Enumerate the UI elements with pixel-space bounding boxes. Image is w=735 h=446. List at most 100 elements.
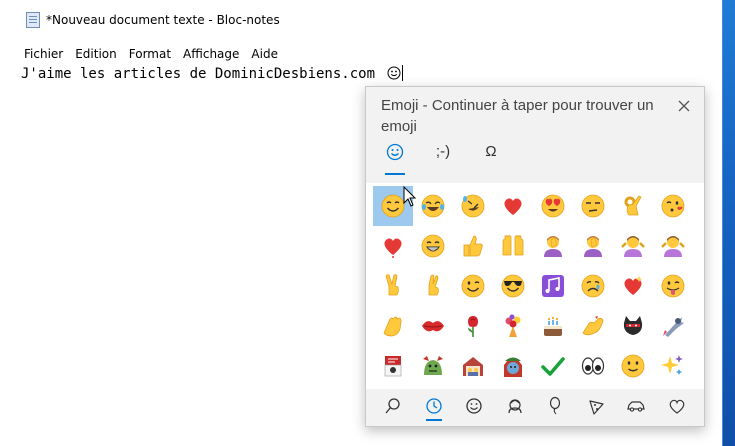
red-heart-emoji-button[interactable] — [493, 186, 533, 226]
person-facepalming-emoji-button[interactable] — [533, 226, 573, 266]
menu-aide[interactable]: Aide — [245, 47, 284, 61]
window-title: *Nouveau document texte - Bloc-notes — [46, 13, 280, 27]
category-balloon-button[interactable] — [535, 389, 575, 423]
pizza-icon — [589, 400, 604, 415]
slightly-smiling-face-icon — [621, 354, 645, 378]
family-emoji-button[interactable] — [453, 346, 493, 386]
unamused-face-emoji-button[interactable] — [573, 186, 613, 226]
musical-notes-emoji-button[interactable] — [533, 266, 573, 306]
rose-icon — [468, 316, 478, 337]
winking-face-icon — [461, 274, 485, 298]
raising-hands-emoji-button[interactable] — [493, 226, 533, 266]
smiley-icon — [466, 398, 482, 414]
kiss-mark-icon — [422, 321, 444, 332]
menu-bar: Fichier Edition Format Affichage Aide — [0, 44, 284, 64]
fist-bump-icon — [582, 316, 604, 336]
birthday-cake-emoji-button[interactable] — [533, 306, 573, 346]
category-people-button[interactable] — [495, 389, 535, 423]
sparkling-heart-icon — [624, 276, 642, 295]
astronaut-emoji-button[interactable] — [653, 306, 693, 346]
thumbs-up-emoji-button[interactable] — [453, 226, 493, 266]
ok-hand-emoji-button[interactable] — [613, 186, 653, 226]
eyes-emoji-button[interactable] — [573, 346, 613, 386]
category-smiley-button[interactable] — [454, 389, 494, 423]
car-icon — [627, 401, 646, 412]
face-with-tears-of-joy-emoji-button[interactable] — [413, 186, 453, 226]
tab-symbols[interactable]: Ω — [477, 143, 505, 169]
troll-icon — [423, 356, 443, 375]
beaming-face-icon — [421, 234, 445, 258]
cat-with-hat-emoji-button[interactable] — [493, 346, 533, 386]
rose-emoji-button[interactable] — [453, 306, 493, 346]
sparkling-heart-emoji-button[interactable] — [613, 266, 653, 306]
eyes-icon — [581, 357, 605, 375]
mouse-cursor-icon — [403, 186, 417, 207]
unamused-face-icon — [581, 194, 605, 218]
thumbs-up-icon — [463, 235, 483, 257]
cat-with-hat-icon — [504, 357, 522, 377]
bouquet-emoji-button[interactable] — [493, 306, 533, 346]
smiling-face-with-sunglasses-emoji-button[interactable] — [493, 266, 533, 306]
rolling-on-floor-laughing-emoji-button[interactable] — [453, 186, 493, 226]
person-lifting-icon — [384, 356, 402, 377]
notepad-app-icon — [26, 12, 40, 28]
menu-affichage[interactable]: Affichage — [177, 47, 245, 61]
winking-face-emoji-button[interactable] — [453, 266, 493, 306]
crying-face-emoji-button[interactable] — [573, 266, 613, 306]
emoji-panel-title: Emoji - Continuer à taper pour trouver u… — [381, 97, 654, 135]
beaming-face-emoji-button[interactable] — [413, 226, 453, 266]
face-blowing-kiss-emoji-button[interactable] — [653, 186, 693, 226]
tab-emoji[interactable] — [381, 143, 409, 175]
person-shrugging-emoji-button[interactable] — [613, 226, 653, 266]
heart-icon — [669, 399, 685, 414]
heart-eyes-emoji-button[interactable] — [533, 186, 573, 226]
check-mark-emoji-button[interactable] — [533, 346, 573, 386]
people-icon — [508, 399, 522, 414]
slightly-smiling-face-emoji-button[interactable] — [613, 346, 653, 386]
person-shrugging-emoji-button[interactable] — [653, 226, 693, 266]
category-recent-button[interactable] — [414, 389, 454, 423]
sparkles-emoji-button[interactable] — [653, 346, 693, 386]
category-car-button[interactable] — [616, 389, 656, 423]
heart-eyes-icon — [541, 194, 565, 218]
crossed-fingers-emoji-button[interactable] — [413, 266, 453, 306]
clapping-hands-emoji-button[interactable] — [373, 306, 413, 346]
category-tabs: ;-) Ω — [381, 143, 505, 175]
face-with-tongue-emoji-button[interactable] — [653, 266, 693, 306]
category-search-button[interactable] — [373, 389, 413, 423]
raising-hands-icon — [502, 235, 524, 256]
smiley-icon — [386, 143, 404, 161]
victory-hand-icon — [385, 274, 399, 296]
category-heart-button[interactable] — [657, 389, 697, 423]
desktop-background — [722, 0, 735, 446]
person-lifting-emoji-button[interactable] — [373, 346, 413, 386]
text-caret — [402, 65, 404, 81]
category-bar — [373, 389, 697, 423]
smiling-face-with-sunglasses-icon — [501, 274, 525, 298]
menu-format[interactable]: Format — [123, 47, 177, 61]
ninja-cat-emoji-button[interactable] — [613, 306, 653, 346]
rolling-on-floor-laughing-icon — [461, 194, 485, 218]
fist-bump-emoji-button[interactable] — [573, 306, 613, 346]
category-pizza-button[interactable] — [576, 389, 616, 423]
astronaut-icon — [663, 317, 684, 337]
heart-exclamation-emoji-button[interactable] — [373, 226, 413, 266]
kiss-mark-emoji-button[interactable] — [413, 306, 453, 346]
troll-emoji-button[interactable] — [413, 346, 453, 386]
ninja-cat-icon — [623, 316, 643, 335]
red-heart-icon — [504, 198, 522, 215]
menu-fichier[interactable]: Fichier — [18, 47, 69, 61]
person-facepalming-emoji-button[interactable] — [573, 226, 613, 266]
menu-edition[interactable]: Edition — [69, 47, 123, 61]
close-icon[interactable] — [678, 97, 690, 112]
emoji-grid — [373, 186, 693, 386]
sparkles-icon — [661, 355, 683, 375]
heart-exclamation-icon — [384, 238, 402, 258]
emoji-grid-area — [366, 183, 704, 389]
inline-smiley-icon — [387, 65, 401, 87]
face-with-tears-of-joy-icon — [421, 194, 445, 218]
tab-kaomoji[interactable]: ;-) — [429, 143, 457, 169]
search-icon — [385, 398, 400, 414]
victory-hand-emoji-button[interactable] — [373, 266, 413, 306]
ok-hand-icon — [624, 195, 642, 216]
